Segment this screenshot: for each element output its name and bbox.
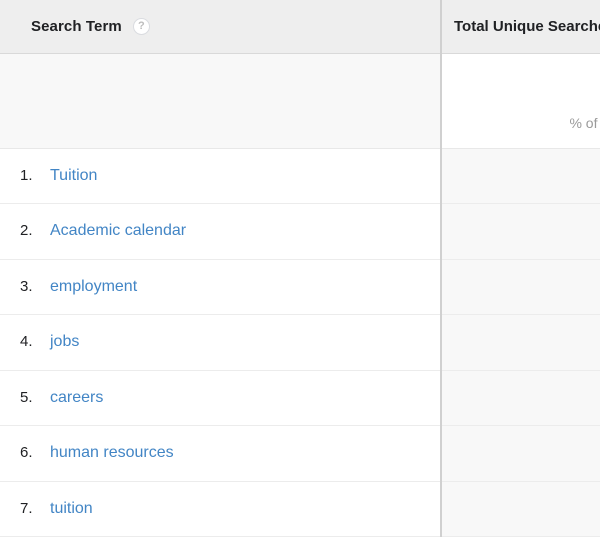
cell-total-unique-searches: 562	[440, 425, 600, 482]
search-term-link[interactable]: human resources	[50, 444, 174, 462]
table-row: 7. tuition 547	[0, 481, 600, 537]
search-terms-table-viewport: Search Term ? Total Unique Searches % of…	[0, 0, 600, 545]
cell-search-term: 6. human resources	[0, 425, 441, 482]
column-header-search-term[interactable]: Search Term ?	[0, 0, 441, 54]
table-row: 3. employment 902	[0, 259, 600, 315]
table-row: 2. Academic calendar 913	[0, 203, 600, 260]
cell-total-unique-searches: 547	[440, 481, 600, 537]
table-body: % of Total: 100.00% (4,167) 1. Tuition 9…	[0, 53, 600, 537]
total-unique-searches-value: 871	[442, 333, 600, 351]
cell-total-unique-searches: 948	[440, 148, 600, 204]
cell-search-term: 4. jobs	[0, 314, 441, 371]
search-terms-table: Search Term ? Total Unique Searches % of…	[0, 0, 600, 537]
table-row: 6. human resources 562	[0, 425, 600, 482]
row-rank: 5.	[20, 388, 33, 406]
cell-total-unique-searches: 830	[440, 370, 600, 426]
search-term-link[interactable]: tuition	[50, 500, 93, 518]
row-rank: 4.	[20, 333, 33, 351]
cell-search-term: 1. Tuition	[0, 148, 441, 204]
search-term-link[interactable]: Academic calendar	[50, 222, 186, 240]
cell-total-unique-searches: 902	[440, 259, 600, 315]
row-rank: 7.	[20, 499, 33, 517]
help-circle-icon[interactable]: ?	[132, 17, 150, 35]
cell-search-term: 7. tuition	[0, 481, 441, 537]
column-header-search-term-label: Search Term	[31, 17, 122, 35]
total-unique-searches-value: 902	[442, 278, 600, 296]
row-rank: 6.	[20, 444, 33, 462]
row-rank: 2.	[20, 222, 33, 240]
total-unique-searches-value: 547	[442, 500, 600, 518]
table-row: 1. Tuition 948	[0, 148, 600, 204]
cell-total-unique-searches: 871	[440, 314, 600, 371]
table-row: 4. jobs 871	[0, 314, 600, 371]
cell-search-term: 5. careers	[0, 370, 441, 426]
summary-cell-total-unique-searches: % of Total: 100.00% (4,167)	[440, 53, 600, 149]
table-header-row: Search Term ? Total Unique Searches	[0, 0, 600, 54]
row-rank: 3.	[20, 277, 33, 295]
percent-of-total-text: % of Total: 100.00% (4,167)	[569, 114, 600, 131]
table-summary-row: % of Total: 100.00% (4,167)	[0, 53, 600, 149]
total-unique-searches-value: 830	[442, 389, 600, 407]
cell-search-term: 2. Academic calendar	[0, 203, 441, 260]
column-header-total-unique-searches[interactable]: Total Unique Searches	[440, 0, 600, 54]
summary-cell-search-term	[0, 53, 441, 149]
search-term-link[interactable]: careers	[50, 389, 103, 407]
column-header-total-unique-searches-label: Total Unique Searches	[454, 17, 600, 35]
table-header: Search Term ? Total Unique Searches	[0, 0, 600, 54]
total-unique-searches-value: 562	[442, 444, 600, 462]
search-term-link[interactable]: Tuition	[50, 167, 97, 185]
total-unique-searches-value: 948	[442, 167, 600, 185]
search-term-link[interactable]: jobs	[50, 333, 79, 351]
row-rank: 1.	[20, 166, 33, 184]
table-row: 5. careers 830	[0, 370, 600, 426]
cell-search-term: 3. employment	[0, 259, 441, 315]
total-unique-searches-value: 913	[442, 222, 600, 240]
search-term-link[interactable]: employment	[50, 278, 137, 296]
cell-total-unique-searches: 913	[440, 203, 600, 260]
